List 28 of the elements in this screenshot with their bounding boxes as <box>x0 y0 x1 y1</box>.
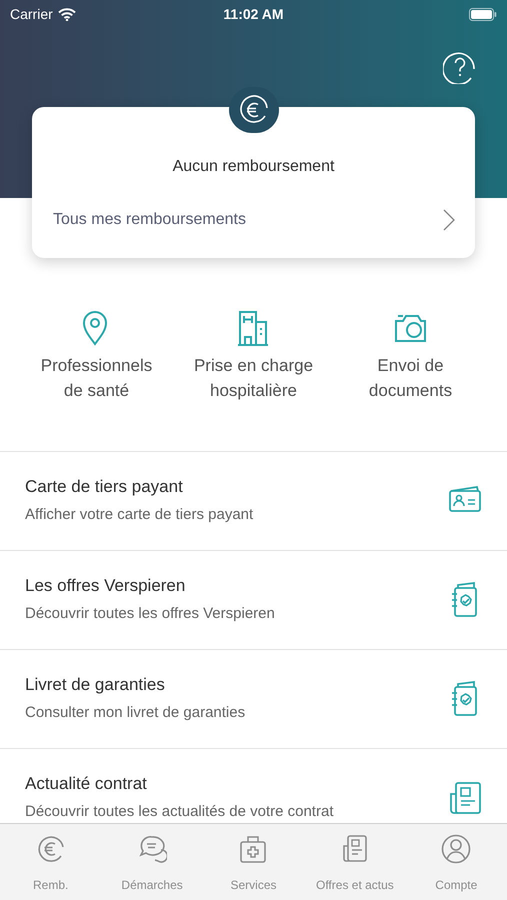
item-title: Livret de garanties <box>25 674 166 696</box>
all-reimbursements-link[interactable]: Tous mes remboursements <box>32 205 475 235</box>
list-item[interactable]: Livret de garanties Consulter mon livret de garanties <box>0 650 507 749</box>
medical-kit-icon <box>238 834 268 864</box>
item-subtitle: Découvrir toutes les offres Verspieren <box>25 604 275 624</box>
item-subtitle: Afficher votre carte de tiers payant <box>25 504 254 524</box>
item-title: Les offres Verspieren <box>25 575 186 597</box>
item-title: Carte de tiers payant <box>25 476 184 498</box>
wifi-icon <box>58 8 76 20</box>
no-reimbursement-text: Aucun remboursement <box>172 157 334 177</box>
quick-action[interactable]: Envoi de documents <box>332 310 489 451</box>
quick-action[interactable]: Prise en charge hospitalière <box>175 310 332 451</box>
list-item[interactable]: Carte de tiers payant Afficher votre carte de tiers payant <box>0 452 507 551</box>
list-item[interactable]: Les offres Verspieren Découvrir toutes les offres Verspieren <box>0 551 507 650</box>
clock-label: 11:02 AM <box>223 4 284 24</box>
carrier-label: Carrier <box>10 4 53 24</box>
euro-icon <box>238 94 270 126</box>
item-subtitle: Découvrir toutes les actualités de votre contrat <box>25 802 334 822</box>
euro-icon <box>36 834 66 864</box>
quick-action[interactable]: Professionnels de santé <box>18 310 175 451</box>
user-icon <box>441 834 472 864</box>
chevron-icon <box>443 209 455 231</box>
chat-bubbles-icon <box>137 834 168 864</box>
item-title: Actualité contrat <box>25 773 148 795</box>
newspaper-icon <box>448 780 482 816</box>
help-button[interactable] <box>443 50 477 84</box>
item-subtitle: Consulter mon livret de garanties <box>25 702 246 722</box>
battery-icon <box>469 8 497 20</box>
